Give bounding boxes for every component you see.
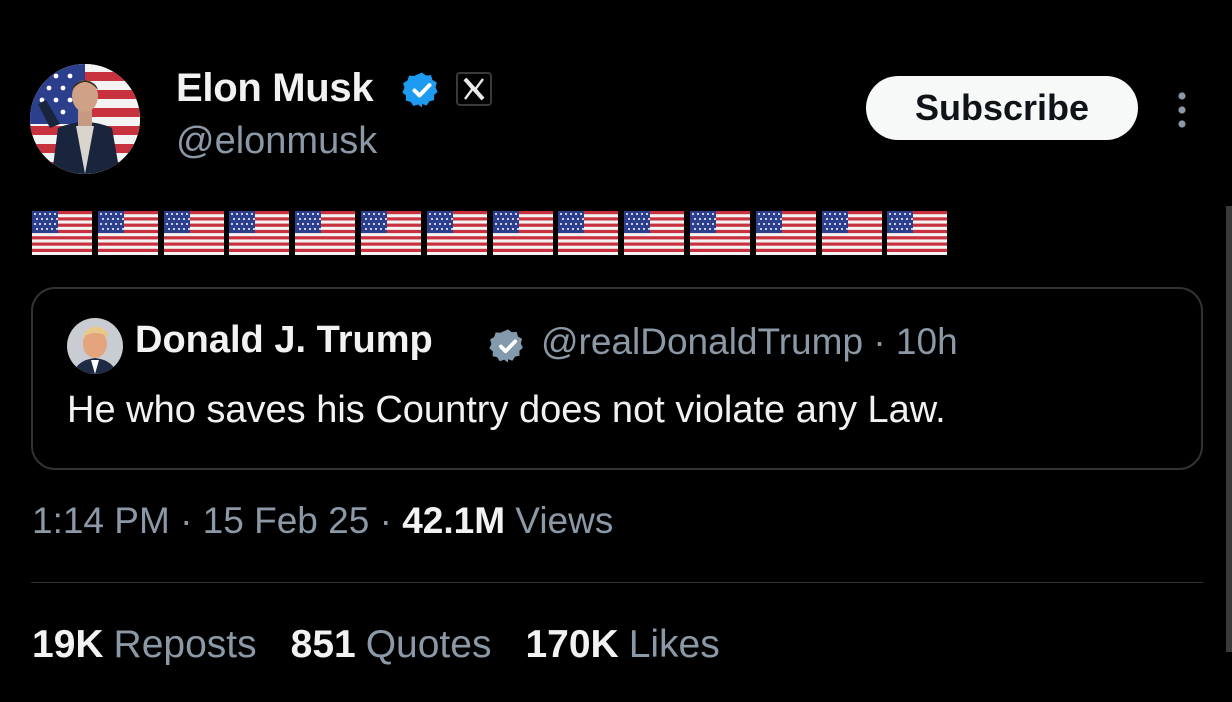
divider bbox=[31, 582, 1203, 583]
likes-count: 170K bbox=[525, 623, 619, 666]
us-flag-icon bbox=[755, 211, 816, 255]
us-flag-icon bbox=[492, 211, 553, 255]
us-flag-icon bbox=[229, 211, 290, 255]
more-vertical-icon[interactable] bbox=[1168, 88, 1196, 132]
x-logo-glyph bbox=[463, 77, 485, 101]
us-flag-icon bbox=[821, 211, 882, 255]
engagement-stats: 19K Reposts 851 Quotes 170K Likes bbox=[32, 623, 720, 667]
author-handle[interactable]: @elonmusk bbox=[176, 120, 377, 163]
reposts-stat[interactable]: 19K Reposts bbox=[32, 623, 257, 667]
views-label: Views bbox=[505, 500, 614, 541]
quoted-author-avatar[interactable] bbox=[67, 318, 123, 374]
x-logo-icon[interactable] bbox=[456, 72, 492, 106]
us-flag-icon bbox=[624, 211, 685, 255]
avatar-image bbox=[30, 64, 140, 174]
tweet-body-flags bbox=[32, 211, 948, 259]
us-flag-icon bbox=[360, 211, 421, 255]
quoted-text: He who saves his Country does not violat… bbox=[67, 389, 946, 431]
quotes-stat[interactable]: 851 Quotes bbox=[291, 623, 492, 667]
quotes-count: 851 bbox=[290, 623, 356, 666]
reposts-count: 19K bbox=[32, 623, 104, 666]
us-flag-icon bbox=[32, 211, 92, 255]
tweet-time-date[interactable]: 1:14 PM · 15 Feb 25 · bbox=[32, 500, 402, 541]
likes-label: Likes bbox=[628, 623, 720, 666]
us-flag-icon bbox=[97, 211, 158, 255]
quoted-verified-badge-icon[interactable] bbox=[489, 327, 527, 365]
quotes-label: Quotes bbox=[365, 623, 492, 666]
quoted-avatar-image bbox=[67, 318, 123, 374]
us-flag-icon bbox=[426, 211, 487, 255]
author-avatar[interactable] bbox=[30, 64, 140, 174]
quoted-author-name[interactable]: Donald J. Trump bbox=[135, 319, 433, 362]
us-flag-icon bbox=[295, 211, 356, 255]
author-name[interactable]: Elon Musk bbox=[176, 66, 374, 111]
quoted-handle-time[interactable]: @realDonaldTrump · 10h bbox=[541, 321, 958, 363]
subscribe-button[interactable]: Subscribe bbox=[866, 76, 1138, 140]
quoted-tweet-card[interactable]: Donald J. Trump @realDonaldTrump · 10h H… bbox=[31, 287, 1203, 470]
us-flag-icon bbox=[558, 211, 619, 255]
views-count: 42.1M bbox=[402, 500, 506, 541]
scrollbar[interactable] bbox=[1226, 206, 1232, 652]
tweet-meta: 1:14 PM · 15 Feb 25 · 42.1M Views bbox=[32, 500, 613, 542]
verified-badge-icon[interactable] bbox=[402, 70, 442, 110]
us-flag-icon bbox=[689, 211, 750, 255]
reposts-label: Reposts bbox=[113, 623, 257, 666]
us-flag-icon bbox=[163, 211, 224, 255]
us-flag-icon bbox=[887, 211, 948, 255]
likes-stat[interactable]: 170K Likes bbox=[525, 623, 719, 667]
